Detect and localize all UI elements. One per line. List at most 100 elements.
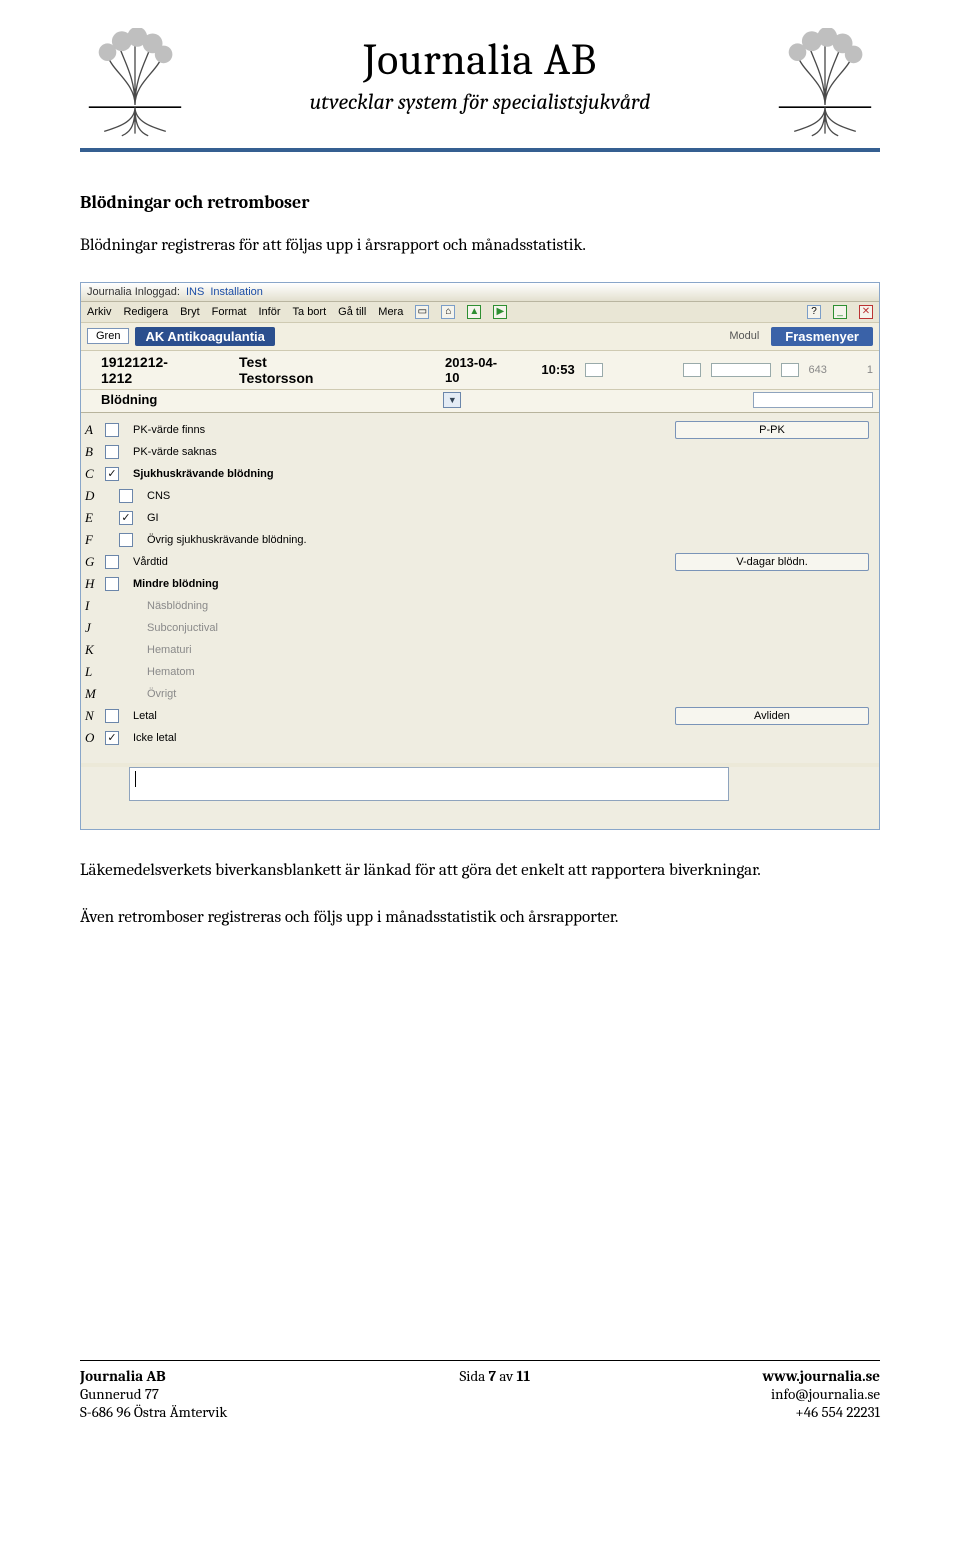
company-name: Journalia AB [190,34,770,85]
row-letter: A [85,421,105,439]
help-icon[interactable]: ? [807,305,821,319]
page-footer: Journalia AB Gunnerud 77 S-686 96 Östra … [80,1367,880,1421]
modul-label: Modul [729,330,759,342]
footer-city: S-686 96 Östra Ämtervik [80,1403,227,1421]
checkbox[interactable] [119,533,133,547]
visit-date: 2013-04-10 [445,355,511,385]
category-label: Blödning [101,392,157,407]
patient-field1[interactable] [711,363,771,377]
vdagar-button[interactable]: V-dagar blödn. [675,553,869,571]
row-label: Övrig sjukhuskrävande blödning. [133,531,675,549]
row-letter: H [85,575,105,593]
footer-rule [80,1360,880,1361]
titlebar-user: INS [186,286,204,298]
patient-name: Test Testorsson [239,354,345,386]
paragraph-3: Även retromboser registreras och följs u… [80,907,880,930]
avliden-button[interactable]: Avliden [675,707,869,725]
module-pill[interactable]: AK Antikoagulantia [135,327,274,346]
frasmenyer-pill[interactable]: Frasmenyer [771,327,873,346]
menu-bryt[interactable]: Bryt [180,306,200,318]
gren-button[interactable]: Gren [87,328,129,344]
row-label: Vårdtid [133,553,675,571]
row-label: PK-värde saknas [133,443,675,461]
menu-redigera[interactable]: Redigera [123,306,168,318]
row-letter: O [85,729,105,747]
titlebar-mode: Installation [210,286,263,298]
ppk-button[interactable]: P-PK [675,421,869,439]
footer-url: www.journalia.se [762,1367,880,1385]
toolbar-icon-up[interactable]: ▲ [467,305,481,319]
toolbar-icon-home[interactable]: ⌂ [441,305,455,319]
row-label: Hematuri [133,641,675,659]
window-titlebar: Journalia Inloggad: INS Installation [81,283,879,302]
row-label: Mindre blödning [133,575,675,593]
row-letter: N [85,707,105,725]
row-letter: K [85,641,105,659]
row-letter: M [85,685,105,703]
form-body: ABCDEFGHIJKLMNO ✓✓✓ PK-värde finnsPK-vär… [81,413,879,763]
row-label: PK-värde finns [133,421,675,439]
menu-mera[interactable]: Mera [378,306,403,318]
notes-textarea[interactable] [129,767,729,801]
module-row: Gren AK Antikoagulantia Modul Frasmenyer [81,323,879,351]
paragraph-2: Läkemedelsverkets biverkansblankett är l… [80,860,880,883]
menu-bar: Arkiv Redigera Bryt Format Inför Ta bort… [81,302,879,323]
logo-left [80,28,190,138]
row-letter: G [85,553,105,571]
row-label: Sjukhuskrävande blödning [133,465,675,483]
checkbox[interactable] [105,445,119,459]
toolbar-icon-right[interactable]: ▶ [493,305,507,319]
row-letter: J [85,619,105,637]
checkbox[interactable] [105,709,119,723]
logo-right [770,28,880,138]
row-letter: D [85,487,105,505]
row-letter: B [85,443,105,461]
menu-tabort[interactable]: Ta bort [293,306,327,318]
row-label: Hematom [133,663,675,681]
checkbox[interactable]: ✓ [105,467,119,481]
row-letter: F [85,531,105,549]
checkbox[interactable] [105,423,119,437]
menu-arkiv[interactable]: Arkiv [87,306,111,318]
minimize-icon[interactable]: _ [833,305,847,319]
row-checkboxes: ✓ ✓ ✓ [105,419,133,747]
menu-format[interactable]: Format [212,306,247,318]
menu-infor[interactable]: Inför [259,306,281,318]
visit-time: 10:53 [541,362,574,377]
menu-gatill[interactable]: Gå till [338,306,366,318]
close-icon[interactable]: ✕ [859,305,873,319]
row-letter: E [85,509,105,527]
checkbox[interactable]: ✓ [119,511,133,525]
row-label: Övrigt [133,685,675,703]
patient-box1[interactable] [585,363,603,377]
row-labels: PK-värde finns PK-värde saknas Sjukhuskräv… [133,419,675,747]
toolbar-icon-doc[interactable]: ▭ [415,305,429,319]
meta-a: 643 [809,364,827,376]
footer-email: info@journalia.se [762,1385,880,1403]
patient-box3[interactable] [781,363,799,377]
patient-box2[interactable] [683,363,701,377]
page-header: Journalia AB utvecklar system för specia… [80,28,880,138]
embedded-screenshot: Journalia Inloggad: INS Installation Ark… [80,282,880,830]
footer-company: Journalia AB [80,1367,227,1385]
checkbox[interactable]: ✓ [105,731,119,745]
checkbox[interactable] [105,577,119,591]
right-column: P-PK V-dagar blödn. Avliden [675,419,875,747]
checkbox[interactable] [105,555,119,569]
paragraph-1: Blödningar registreras för att följas up… [80,235,880,258]
footer-street: Gunnerud 77 [80,1385,227,1403]
checkbox[interactable] [119,489,133,503]
footer-phone: +46 554 22231 [762,1403,880,1421]
row-letters: ABCDEFGHIJKLMNO [85,419,105,747]
row-letter: I [85,597,105,615]
row-label: Icke letal [133,729,675,747]
row-label: Subconjuctival [133,619,675,637]
row-label: Letal [133,707,675,725]
category-row: Blödning ▼ [81,390,879,413]
category-select[interactable] [753,392,873,408]
row-label: Näsblödning [133,597,675,615]
titlebar-prefix: Journalia Inloggad: [87,286,180,298]
category-dropdown[interactable]: ▼ [443,392,461,408]
row-label: GI [133,509,675,527]
header-rule [80,148,880,152]
